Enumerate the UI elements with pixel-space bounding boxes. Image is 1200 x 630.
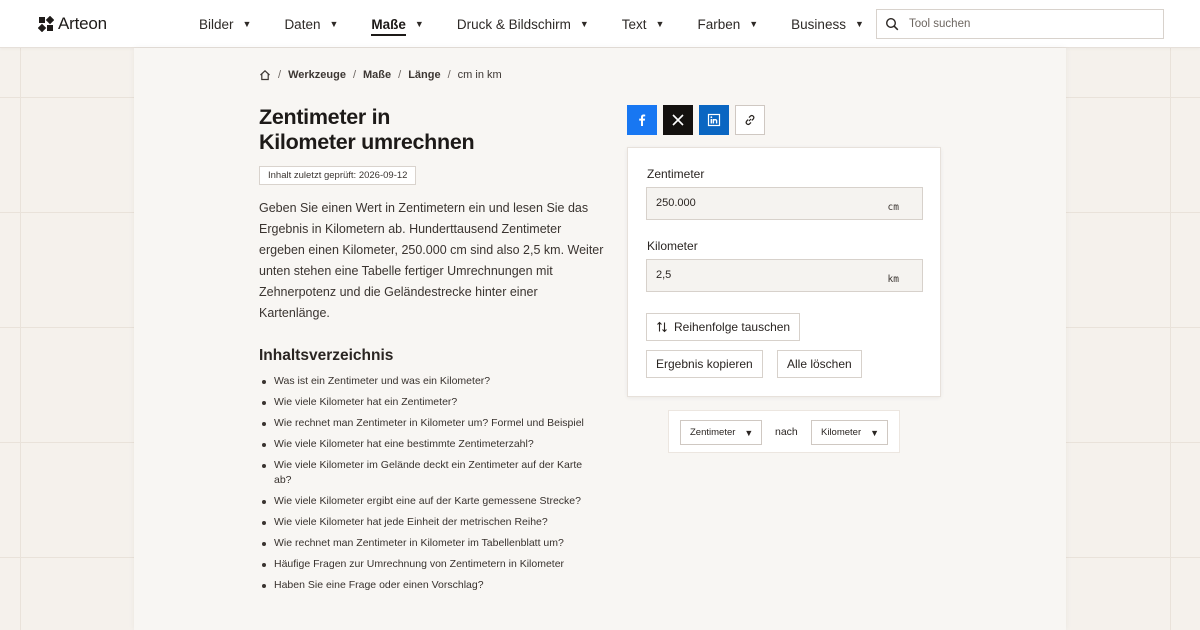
page-title-line-1: Zentimeter in: [259, 105, 391, 129]
top-navigation-bar: Arteon Bilder ▼ Daten ▼ Maße ▼ Druck & Bild…: [0, 0, 1200, 48]
toc-item[interactable]: Wie viele Kilometer hat ein Zentimeter?: [259, 395, 589, 410]
swap-order-button[interactable]: Reihenfolge tauschen: [646, 313, 801, 341]
nav-item-label: Farben: [697, 16, 741, 32]
copy-result-button[interactable]: Ergebnis kopieren: [646, 350, 763, 378]
main-nav: Bilder ▼ Daten ▼ Maße ▼ Druck & Bildschirm ▼…: [199, 0, 897, 48]
converter-card: Zentimeter cm Kilometer km Reihenfolge t…: [627, 147, 941, 397]
chevron-down-icon: ▼: [655, 19, 665, 29]
to-unit-select-value: Kilometer: [821, 427, 862, 438]
toc-item[interactable]: Wie viele Kilometer hat jede Einheit der…: [259, 515, 589, 530]
brand-name: Arteon: [58, 14, 107, 33]
nav-item-farben[interactable]: Farben ▼: [697, 0, 758, 48]
page-title: Zentimeter in Kilometer umrechnen: [259, 105, 599, 155]
content-sheet: / Werkzeuge / Maße / Länge / cm in km Ze…: [134, 48, 1066, 630]
breadcrumb-separator: /: [398, 69, 402, 81]
toc-item[interactable]: Wie rechnet man Zentimeter in Kilometer …: [259, 536, 589, 551]
copy-result-label: Ergebnis kopieren: [656, 357, 753, 371]
chevron-down-icon: ▼: [579, 19, 589, 29]
intro-text: Geben Sie einen Wert in Zentimetern ein …: [259, 201, 604, 320]
nav-item-bilder[interactable]: Bilder ▼: [199, 0, 251, 48]
swap-order-label: Reihenfolge tauschen: [674, 320, 791, 334]
from-unit-select[interactable]: Zentimeter ▼: [680, 420, 763, 445]
breadcrumb: / Werkzeuge / Maße / Länge / cm in km: [259, 69, 502, 81]
nav-item-business[interactable]: Business ▼: [791, 0, 864, 48]
page-title-line-2: Kilometer umrechnen: [259, 130, 475, 154]
clear-all-button[interactable]: Alle löschen: [777, 350, 862, 378]
chevron-down-icon: ▼: [414, 19, 424, 29]
chevron-down-icon: ▼: [242, 19, 252, 29]
nav-item-label: Druck & Bildschirm: [456, 16, 571, 32]
breadcrumb-item-current: cm in km: [457, 69, 502, 81]
to-field: km: [646, 259, 923, 292]
breadcrumb-item-laenge[interactable]: Länge: [408, 69, 440, 81]
unit-connector-label: nach: [775, 426, 798, 438]
toc-item[interactable]: Häufige Fragen zur Umrechnung von Zentim…: [259, 557, 589, 572]
search-input[interactable]: [909, 18, 1149, 30]
nav-item-daten[interactable]: Daten ▼: [284, 0, 338, 48]
breadcrumb-separator: /: [447, 69, 451, 81]
search-icon: [885, 17, 899, 31]
nav-item-label: Bilder: [199, 16, 234, 32]
nav-item-text[interactable]: Text ▼: [622, 0, 665, 48]
to-unit-label: km: [887, 274, 899, 285]
home-icon[interactable]: [259, 69, 271, 81]
nav-item-label: Daten: [284, 16, 321, 32]
share-linkedin-button[interactable]: [699, 105, 729, 135]
table-of-contents: Was ist ein Zentimeter und was ein Kilom…: [259, 374, 589, 599]
last-checked-badge: Inhalt zuletzt geprüft: 2026-09-12: [259, 166, 417, 185]
logo[interactable]: Arteon: [38, 14, 107, 34]
to-field-label: Kilometer: [647, 239, 698, 253]
facebook-icon: [639, 114, 646, 126]
toc-item[interactable]: Wie rechnet man Zentimeter in Kilometer …: [259, 416, 589, 431]
toc-item[interactable]: Was ist ein Zentimeter und was ein Kilom…: [259, 374, 589, 389]
share-facebook-button[interactable]: [627, 105, 657, 135]
nav-item-druck-bildschirm[interactable]: Druck & Bildschirm ▼: [457, 0, 589, 48]
nav-item-label: Business: [791, 16, 846, 32]
share-x-button[interactable]: [663, 105, 693, 135]
link-icon: [745, 115, 755, 125]
from-field: cm: [646, 187, 923, 220]
tool-search[interactable]: [876, 9, 1164, 39]
toc-item[interactable]: Haben Sie eine Frage oder einen Vorschla…: [259, 578, 589, 593]
from-field-label: Zentimeter: [647, 167, 705, 181]
share-buttons: [627, 105, 765, 135]
x-icon: [672, 114, 684, 126]
toc-item[interactable]: Wie viele Kilometer hat eine bestimmte Z…: [259, 437, 589, 452]
breadcrumb-separator: /: [352, 69, 356, 81]
chevron-down-icon: ▼: [749, 19, 759, 29]
chevron-down-icon: ▼: [329, 19, 339, 29]
toc-heading: Inhaltsverzeichnis: [259, 347, 394, 364]
from-unit-select-value: Zentimeter: [690, 427, 736, 438]
nav-item-label: Maße: [371, 17, 406, 36]
nav-item-masse[interactable]: Maße ▼: [371, 0, 424, 48]
kilometer-input[interactable]: [647, 268, 867, 281]
logo-icon: [38, 16, 54, 32]
swap-arrows-icon: [657, 321, 667, 333]
chevron-down-icon: ▼: [870, 427, 880, 438]
clear-all-label: Alle löschen: [787, 357, 852, 371]
centimeter-input[interactable]: [647, 196, 867, 209]
toc-item[interactable]: Wie viele Kilometer im Gelände deckt ein…: [259, 458, 589, 488]
breadcrumb-separator: /: [278, 69, 282, 81]
breadcrumb-item-werkzeuge[interactable]: Werkzeuge: [288, 69, 346, 81]
toc-item[interactable]: Wie viele Kilometer ergibt eine auf der …: [259, 494, 589, 509]
breadcrumb-item-masse[interactable]: Maße: [363, 69, 391, 81]
from-unit-label: cm: [887, 202, 899, 213]
unit-selector-bar: Zentimeter ▼ nach Kilometer ▼: [668, 410, 900, 453]
chevron-down-icon: ▼: [744, 427, 754, 438]
nav-item-label: Text: [621, 16, 647, 32]
copy-link-button[interactable]: [735, 105, 765, 135]
to-unit-select[interactable]: Kilometer ▼: [811, 420, 889, 445]
chevron-down-icon: ▼: [854, 19, 864, 29]
linkedin-icon: [707, 113, 721, 127]
